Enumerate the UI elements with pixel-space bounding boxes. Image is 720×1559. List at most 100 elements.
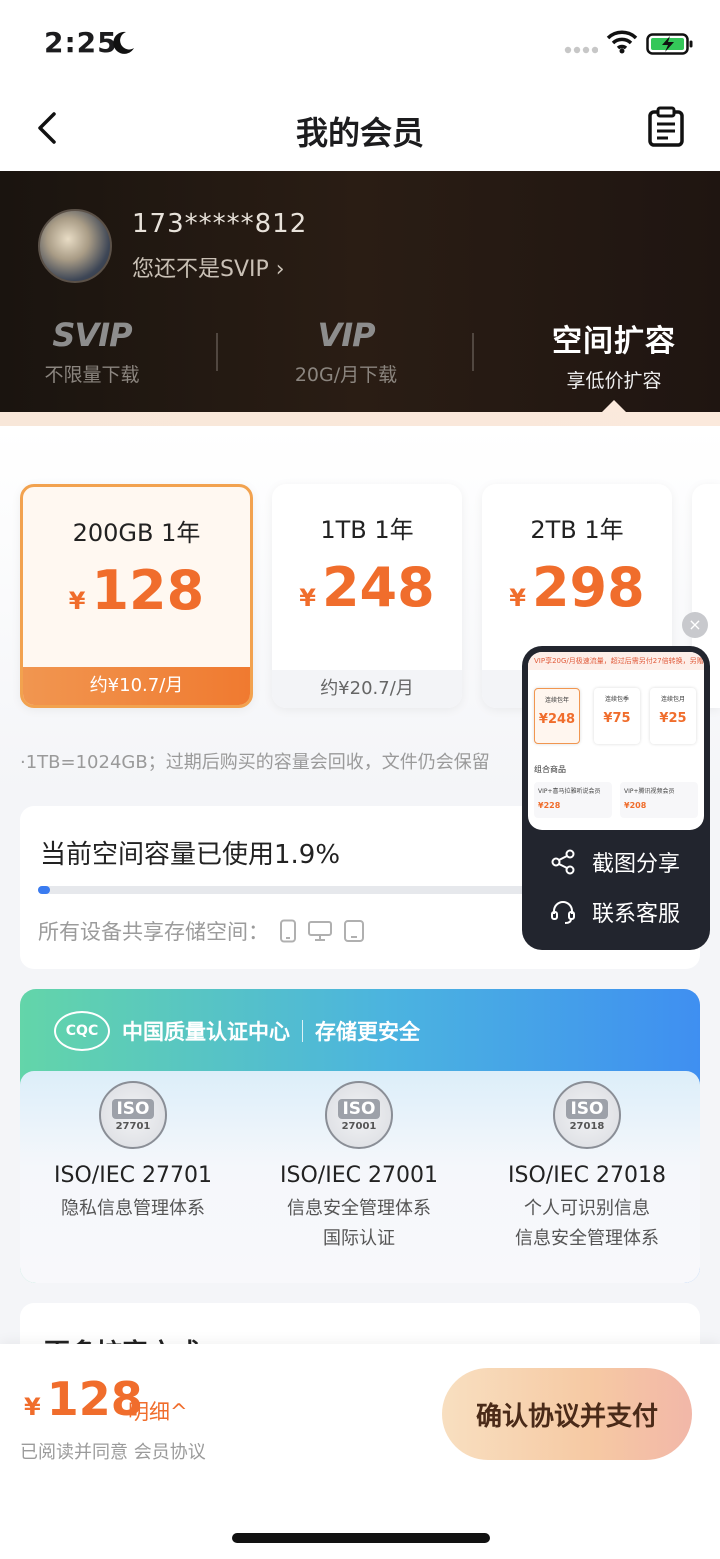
cert-desc-line2: 信息安全管理体系 [515, 1228, 659, 1249]
vip-sub: 20G/月下载 [294, 364, 398, 386]
svip-status-link[interactable]: 您还不是SVIP › [132, 251, 285, 283]
screenshot-thumbnail[interactable]: VIP享20G/月极速流量，超过后需另付27倍转换，另赠空间500G 连续包年 ¥… [528, 652, 704, 830]
thumb-combo-price: ¥228 [538, 801, 561, 810]
cqc-logo: CQC [54, 1011, 110, 1051]
iso-badge-icon: ISO 27018 [553, 1081, 621, 1149]
plan-name: 2TB 1年 [530, 516, 624, 544]
total-price: ¥128 [24, 1372, 143, 1426]
price-detail-toggle[interactable]: 明细^ [128, 1396, 188, 1426]
iso-badge-label: ISO [566, 1098, 608, 1119]
currency-symbol: ¥ [299, 584, 316, 612]
cert-item-27701: ISO 27701 ISO/IEC 27701 隐私信息管理体系 [20, 1081, 246, 1224]
iso-badge-number: 27701 [115, 1120, 151, 1132]
cert-desc: 个人可识别信息 信息安全管理体系 [474, 1194, 700, 1254]
currency-symbol: ¥ [509, 584, 526, 612]
plan-price-value: 298 [531, 556, 645, 619]
page-title: 我的会员 [295, 114, 424, 152]
certification-card: CQC 中国质量认证中心 存储更安全 ISO 27701 ISO/IEC 2770… [20, 989, 700, 1283]
svip-status-text: 您还不是SVIP [132, 257, 269, 282]
thumb-banner: VIP享20G/月极速流量，超过后需另付27倍转换，另赠空间500G [528, 652, 704, 670]
cert-desc: 信息安全管理体系 国际认证 [246, 1194, 472, 1254]
signal-dots-icon [564, 46, 598, 54]
thumb-plan-name: 连续包月 [660, 696, 685, 703]
iso-badge-number: 27001 [341, 1120, 377, 1132]
usage-progress-fill [38, 886, 50, 894]
tier-divider [472, 333, 474, 371]
screenshot-popup: VIP享20G/月极速流量，超过后需另付27倍转换，另赠空间500G 连续包年 ¥… [522, 646, 710, 950]
contact-service-button[interactable]: 联系客服 [550, 896, 680, 928]
thumb-plan-price: ¥248 [538, 712, 576, 727]
thumb-plan-price: ¥75 [603, 711, 631, 726]
payment-bar: ¥128 明细^ 已阅读并同意 会员协议 确认协议并支付 [0, 1344, 720, 1559]
avatar[interactable] [38, 209, 112, 283]
status-time: 2:25 [44, 26, 118, 59]
tier-divider [216, 333, 218, 371]
capacity-note: ·1TB=1024GB；过期后购买的容量会回收，文件仍会保留 [20, 752, 490, 773]
header-stripe [0, 412, 720, 426]
chevron-right-icon: › [268, 257, 285, 282]
cert-desc: 隐私信息管理体系 [61, 1198, 205, 1219]
thumb-plan-price: ¥25 [659, 711, 687, 726]
plan-monthly: 约¥20.7/月 [272, 670, 462, 708]
cert-item-27001: ISO 27001 ISO/IEC 27001 信息安全管理体系 国际认证 [246, 1081, 472, 1254]
tab-svip[interactable]: SVIP 不限量下载 [34, 316, 150, 387]
share-icon [551, 849, 575, 875]
thumb-combo-name: VIP+喜马拉雅听说会员 [538, 788, 601, 795]
usage-title: 当前空间容量已使用1.9% [40, 840, 341, 870]
plan-name: 200GB 1年 [72, 519, 201, 547]
cert-desc-line2: 国际认证 [323, 1228, 395, 1249]
agreement-text[interactable]: 已阅读并同意 会员协议 [20, 1438, 206, 1464]
cert-item-27018: ISO 27018 ISO/IEC 27018 个人可识别信息 信息安全管理体系 [474, 1081, 700, 1254]
cert-desc-line1: 信息安全管理体系 [287, 1198, 431, 1219]
plan-price: ¥298 [482, 556, 672, 619]
vip-logo: VIP [317, 316, 375, 354]
certification-body: ISO 27701 ISO/IEC 27701 隐私信息管理体系 ISO 27001… [20, 1071, 700, 1283]
plan-card-200gb[interactable]: 200GB 1年 ¥128 约¥10.7/月 [20, 484, 253, 708]
thumb-combo-item: VIP+腾讯视频会员 ¥208 [620, 782, 698, 818]
status-bar: 2:25 [0, 0, 720, 90]
cert-standard: ISO/IEC 27018 [508, 1163, 666, 1188]
member-header: 173*****812 您还不是SVIP › SVIP 不限量下载 VIP 20… [0, 171, 720, 414]
confirm-pay-button[interactable]: 确认协议并支付 [442, 1368, 692, 1460]
thumb-combo-name: VIP+腾讯视频会员 [624, 788, 675, 795]
thumb-plan-name: 连续包季 [604, 696, 629, 703]
home-indicator [232, 1533, 490, 1543]
battery-charging-icon [646, 33, 693, 55]
user-phone: 173*****812 [132, 209, 308, 239]
thumb-plan: 连续包月 ¥25 [650, 688, 696, 744]
svip-logo: SVIP [52, 316, 132, 354]
tab-vip[interactable]: VIP 20G/月下载 [288, 316, 404, 387]
cert-desc-line1: 个人可识别信息 [524, 1198, 650, 1219]
thumb-combo-item: VIP+喜马拉雅听说会员 ¥228 [534, 782, 612, 818]
thumb-combo-price: ¥208 [624, 801, 647, 810]
iso-badge-label: ISO [338, 1098, 380, 1119]
plan-card-1tb[interactable]: 1TB 1年 ¥248 约¥20.7/月 [272, 484, 462, 708]
usage-progress-bar [38, 886, 598, 894]
plan-price: ¥128 [23, 559, 250, 622]
plan-price-value: 128 [91, 559, 205, 622]
certification-header: CQC 中国质量认证中心 存储更安全 [54, 1011, 420, 1051]
shared-devices: 所有设备共享存储空间： [38, 916, 365, 946]
iso-badge-icon: ISO 27701 [99, 1081, 167, 1149]
moon-icon [113, 31, 134, 54]
tablet-icon [344, 920, 364, 942]
header-divider [302, 1020, 303, 1042]
shared-devices-label: 所有设备共享存储空间： [38, 920, 269, 944]
space-expansion-sub: 享低价扩容 [566, 370, 662, 392]
desktop-icon [308, 921, 332, 941]
phone-icon [280, 919, 296, 943]
service-label: 联系客服 [592, 902, 681, 927]
plan-price: ¥248 [272, 556, 462, 619]
popup-close-icon[interactable]: × [682, 612, 708, 638]
tab-space-expansion[interactable]: 空间扩容 享低价扩容 [546, 316, 682, 393]
headset-icon [551, 901, 575, 924]
thumb-plan-name: 连续包年 [544, 697, 569, 704]
order-record-icon[interactable] [646, 106, 686, 148]
cert-standard: ISO/IEC 27701 [54, 1163, 212, 1188]
plan-name: 1TB 1年 [320, 516, 414, 544]
screenshot-share-button[interactable]: 截图分享 [550, 846, 680, 878]
space-expansion-title: 空间扩容 [552, 324, 676, 359]
thumb-combo-title: 组合商品 [534, 765, 566, 774]
plan-monthly: 约¥10.7/月 [23, 667, 250, 705]
cert-standard: ISO/IEC 27001 [280, 1163, 438, 1188]
